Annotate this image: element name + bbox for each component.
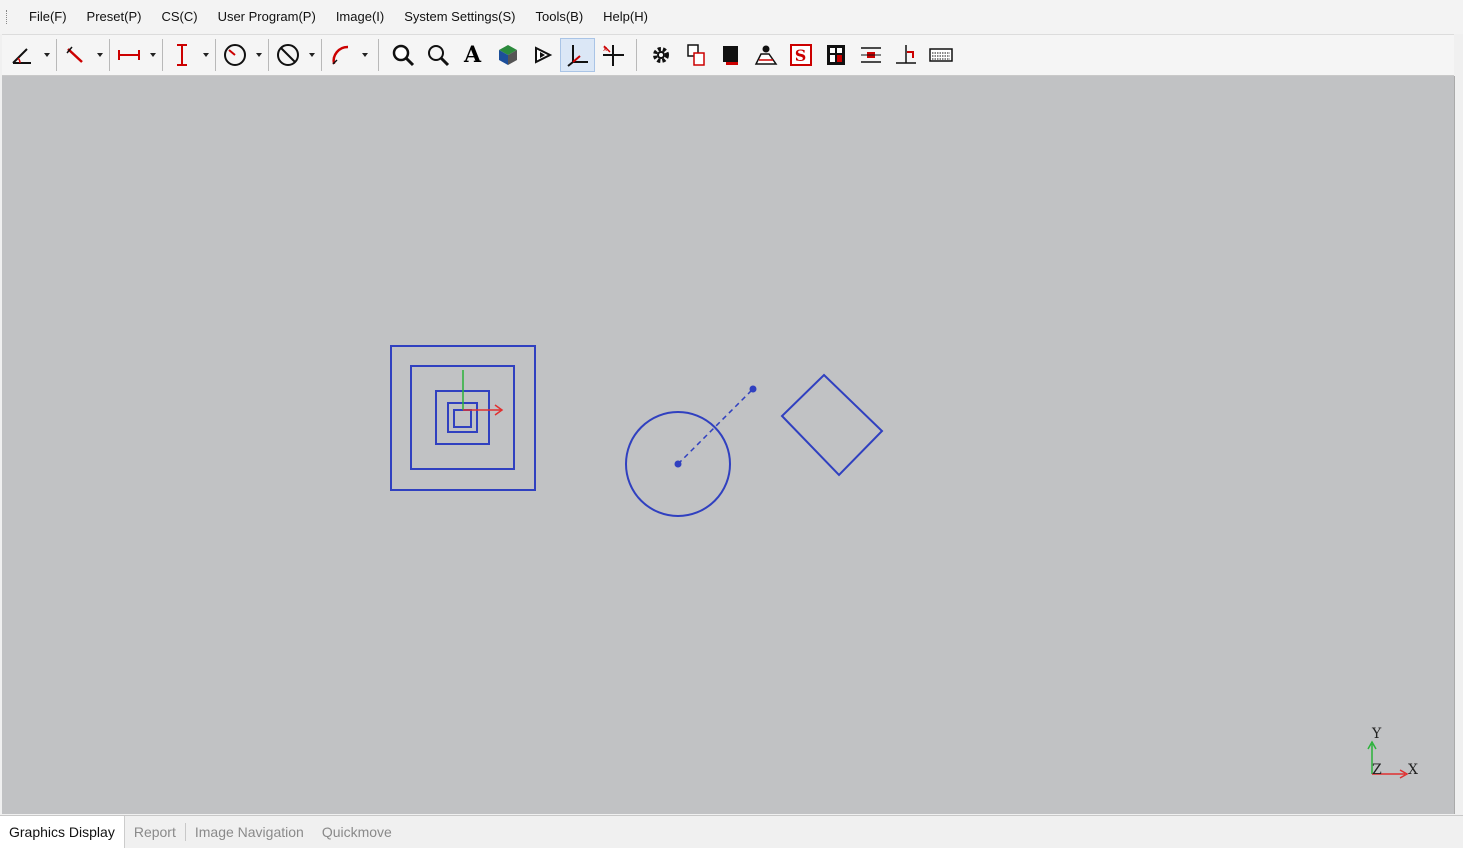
calculator-icon (826, 45, 845, 65)
local-coordinate-axes (462, 370, 504, 416)
coordinate-system-icon (566, 45, 588, 67)
menu-preset[interactable]: Preset(P) (77, 0, 152, 34)
menu-system-settings[interactable]: System Settings(S) (394, 0, 525, 34)
menu-image[interactable]: Image(I) (326, 0, 394, 34)
align-corner-button[interactable] (888, 38, 923, 72)
menu-grip[interactable] (6, 10, 10, 24)
text-tool-button[interactable]: A (455, 38, 490, 72)
distance-tool-dropdown[interactable] (146, 38, 160, 72)
view-tools-group: A x (385, 38, 630, 72)
zoom-out-icon (427, 45, 449, 67)
calculator-button[interactable] (818, 38, 853, 72)
circle-slash-tool-dropdown[interactable] (305, 38, 319, 72)
graphics-drawing: Y Z X (390, 345, 1418, 779)
height-tool-button[interactable] (165, 38, 199, 72)
square-inner[interactable] (453, 409, 472, 428)
height-tool-icon (177, 44, 187, 66)
line-tool-button[interactable] (59, 38, 93, 72)
coordinate-system-button[interactable] (560, 38, 595, 72)
menu-tools[interactable]: Tools(B) (525, 0, 593, 34)
copy-button[interactable] (678, 38, 713, 72)
s-icon: S (794, 45, 807, 65)
align-corner-icon (895, 45, 916, 64)
3d-view-icon (498, 45, 517, 65)
settings-button[interactable] (643, 38, 678, 72)
rotated-square-shape[interactable] (780, 373, 884, 477)
probe-button[interactable] (525, 38, 560, 72)
svg-text:x: x (603, 45, 607, 53)
circle-center-point[interactable] (674, 460, 682, 468)
crosshair-icon: x (602, 45, 624, 66)
text-tool-icon: A (463, 42, 482, 68)
tab-graphics-display[interactable]: Graphics Display (0, 816, 125, 848)
circle-slash-tool-icon (277, 44, 299, 66)
line-tool-icon (66, 46, 83, 63)
radius-line[interactable] (674, 385, 757, 468)
menu-user-program[interactable]: User Program(P) (208, 0, 326, 34)
distance-tool-button[interactable] (112, 38, 146, 72)
circle-slash-tool-button[interactable] (271, 38, 305, 72)
arc-tool-dropdown[interactable] (358, 38, 372, 72)
gear-icon (652, 47, 669, 63)
edge-icon (754, 45, 777, 65)
axis-label-z: Z (1372, 762, 1382, 778)
line-tool-dropdown[interactable] (93, 38, 107, 72)
circle-tool-icon (224, 44, 246, 66)
keyboard-button[interactable] (923, 38, 958, 72)
menu-file[interactable]: File(F) (19, 0, 77, 34)
diamond-rectangle[interactable] (780, 373, 884, 477)
angle-tool-dropdown[interactable] (40, 38, 54, 72)
axis-label-y: Y (1371, 726, 1382, 742)
menu-help[interactable]: Help(H) (593, 0, 658, 34)
align-center-button[interactable] (853, 38, 888, 72)
view-axes-indicator: Y Z X (1367, 726, 1418, 779)
bottom-tab-bar: Graphics Display Report Image Navigation… (0, 815, 1463, 848)
tab-report[interactable]: Report (125, 816, 185, 848)
measure-tools-group (6, 38, 372, 72)
s-tool-button[interactable]: S (783, 38, 818, 72)
align-center-icon (860, 47, 881, 63)
zoom-in-button[interactable] (385, 38, 420, 72)
menu-cs[interactable]: CS(C) (151, 0, 207, 34)
angle-tool-button[interactable] (6, 38, 40, 72)
circle-tool-dropdown[interactable] (252, 38, 266, 72)
crosshair-button[interactable]: x (595, 38, 630, 72)
settings-tools-group: S (643, 38, 958, 72)
zoom-in-icon (392, 44, 414, 67)
nested-squares-shape[interactable] (390, 345, 536, 491)
3d-view-button[interactable] (490, 38, 525, 72)
angle-tool-icon (12, 48, 31, 64)
edge-button[interactable] (748, 38, 783, 72)
graphics-canvas[interactable]: Y Z X (2, 76, 1455, 814)
tab-quickmove[interactable]: Quickmove (313, 816, 401, 848)
menu-bar: File(F) Preset(P) CS(C) User Program(P) … (0, 0, 1463, 34)
zoom-out-button[interactable] (420, 38, 455, 72)
arc-tool-button[interactable] (324, 38, 358, 72)
axis-label-x: X (1408, 762, 1418, 778)
circle-tool-button[interactable] (218, 38, 252, 72)
height-tool-dropdown[interactable] (199, 38, 213, 72)
toolbar: A x S (2, 34, 1454, 76)
stop-button[interactable] (713, 38, 748, 72)
radius-end-point[interactable] (749, 385, 757, 393)
stop-icon (722, 46, 738, 65)
tab-image-navigation[interactable]: Image Navigation (186, 816, 313, 848)
keyboard-icon (928, 48, 953, 62)
probe-icon (534, 46, 552, 64)
copy-icon (686, 44, 705, 66)
arc-tool-icon (332, 45, 349, 65)
distance-tool-icon (118, 50, 140, 60)
